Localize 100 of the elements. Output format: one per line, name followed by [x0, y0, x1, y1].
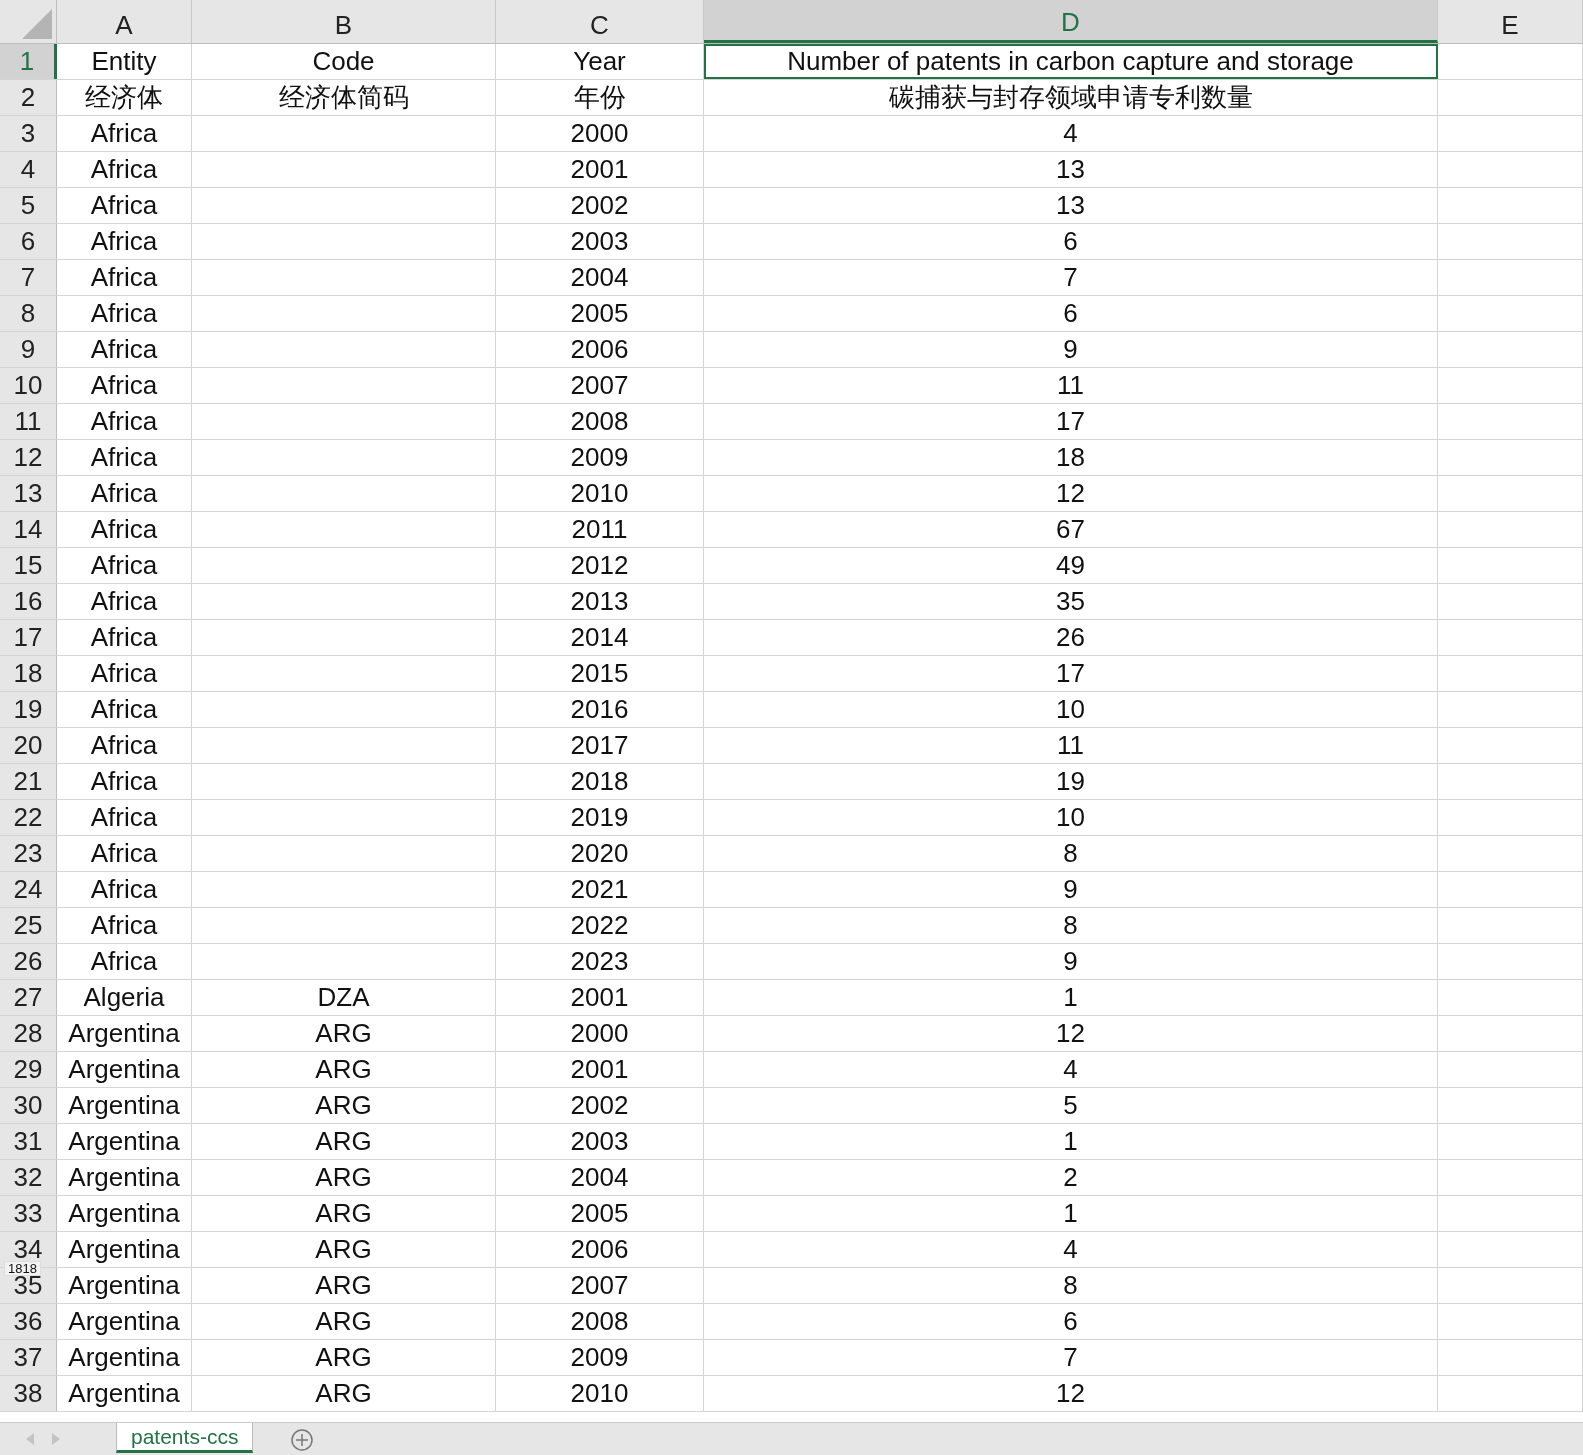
table-cell: Africa: [57, 944, 192, 979]
table-cell: 26: [704, 620, 1438, 655]
table-cell: 2003: [496, 1124, 704, 1159]
table-cell: 2002: [496, 188, 704, 223]
table-cell: ARG: [192, 1268, 496, 1303]
table-cell: ARG: [192, 1340, 496, 1375]
table-cell: 2004: [496, 260, 704, 295]
table-cell: 2022: [496, 908, 704, 943]
table-cell: Argentina: [57, 1196, 192, 1231]
table-cell: 10: [704, 692, 1438, 727]
table-cell: Africa: [57, 260, 192, 295]
table-cell: 11: [704, 728, 1438, 763]
table-cell: 2012: [496, 548, 704, 583]
table-cell: Africa: [57, 620, 192, 655]
table-cell: Africa: [57, 332, 192, 367]
table-cell: 2017: [496, 728, 704, 763]
table-cell: 2021: [496, 872, 704, 907]
table-cell: 35: [704, 584, 1438, 619]
table-cell: 碳捕获与封存领域申请专利数量: [704, 80, 1438, 115]
table-cell: Africa: [57, 440, 192, 475]
table-cell: Africa: [57, 404, 192, 439]
table-cell: 2007: [496, 1268, 704, 1303]
table-cell: 年份: [496, 80, 704, 115]
table-cell: 6: [704, 224, 1438, 259]
table-cell: Africa: [57, 692, 192, 727]
table-cell: Argentina: [57, 1268, 192, 1303]
table-cell: Africa: [57, 368, 192, 403]
table-cell: ARG: [192, 1052, 496, 1087]
table-cell: 4: [704, 1052, 1438, 1087]
table-cell: DZA: [192, 980, 496, 1015]
table-cell: 13: [704, 152, 1438, 187]
table-cell: Africa: [57, 512, 192, 547]
table-cell: 2010: [496, 476, 704, 511]
table-cell: ARG: [192, 1016, 496, 1051]
table-cell: Africa: [57, 152, 192, 187]
table-cell: 2006: [496, 1232, 704, 1267]
table-cell: 2023: [496, 944, 704, 979]
table-cell: Argentina: [57, 1016, 192, 1051]
table-cell: Number of patents in carbon capture and storage: [704, 44, 1438, 79]
table-cell: 4: [704, 116, 1438, 151]
table-cell: Africa: [57, 224, 192, 259]
table-cell: ARG: [192, 1196, 496, 1231]
table-cell: Code: [192, 44, 496, 79]
table-cell: Africa: [57, 836, 192, 871]
table-cell: ARG: [192, 1124, 496, 1159]
table-cell: Africa: [57, 908, 192, 943]
table-cell: Africa: [57, 800, 192, 835]
table-cell: ARG: [192, 1088, 496, 1123]
table-cell: ARG: [192, 1232, 496, 1267]
table-cell: 6: [704, 1304, 1438, 1339]
table-cell: Argentina: [57, 1088, 192, 1123]
table-cell: 7: [704, 260, 1438, 295]
table-cell: Africa: [57, 116, 192, 151]
table-cell: Argentina: [57, 1052, 192, 1087]
table-cell: 9: [704, 332, 1438, 367]
table-cell: 12: [704, 1016, 1438, 1051]
table-cell: 2011: [496, 512, 704, 547]
table-cell: Africa: [57, 728, 192, 763]
table-cell: 2008: [496, 1304, 704, 1339]
table-cell: 2005: [496, 296, 704, 331]
table-cell: 2008: [496, 404, 704, 439]
table-cell: 12: [704, 1376, 1438, 1411]
table-cell: Argentina: [57, 1304, 192, 1339]
table-cell: 2000: [496, 1016, 704, 1051]
table-cell: 经济体简码: [192, 80, 496, 115]
table-cell: 2001: [496, 1052, 704, 1087]
table-cell: 2010: [496, 1376, 704, 1411]
table-cell: Algeria: [57, 980, 192, 1015]
table-cell: Africa: [57, 584, 192, 619]
table-cell: 2006: [496, 332, 704, 367]
table-cell: 8: [704, 908, 1438, 943]
table-cell: Africa: [57, 296, 192, 331]
table-cell: 2018: [496, 764, 704, 799]
table-cell: 17: [704, 404, 1438, 439]
table-cell: 17: [704, 656, 1438, 691]
table-cell: 2009: [496, 440, 704, 475]
table-cell: ARG: [192, 1160, 496, 1195]
table-cell: Africa: [57, 764, 192, 799]
table-cell: 1: [704, 980, 1438, 1015]
table-cell: 2019: [496, 800, 704, 835]
table-cell: ARG: [192, 1304, 496, 1339]
table-cell: 8: [704, 1268, 1438, 1303]
table-cell: 2001: [496, 152, 704, 187]
table-cell: Argentina: [57, 1160, 192, 1195]
table-cell: 2005: [496, 1196, 704, 1231]
table-cell: Africa: [57, 476, 192, 511]
table-cell: 2020: [496, 836, 704, 871]
table-cell: 2: [704, 1160, 1438, 1195]
table-cell: Argentina: [57, 1232, 192, 1267]
table-cell: 2002: [496, 1088, 704, 1123]
table-cell: 2013: [496, 584, 704, 619]
table-cell: Africa: [57, 188, 192, 223]
table-cell: 19: [704, 764, 1438, 799]
table-cell: 4: [704, 1232, 1438, 1267]
table-cell: ARG: [192, 1376, 496, 1411]
table-cell: Africa: [57, 872, 192, 907]
table-cell: Argentina: [57, 1376, 192, 1411]
table-cell: 9: [704, 872, 1438, 907]
table-cell: 6: [704, 296, 1438, 331]
table-cell: Argentina: [57, 1124, 192, 1159]
